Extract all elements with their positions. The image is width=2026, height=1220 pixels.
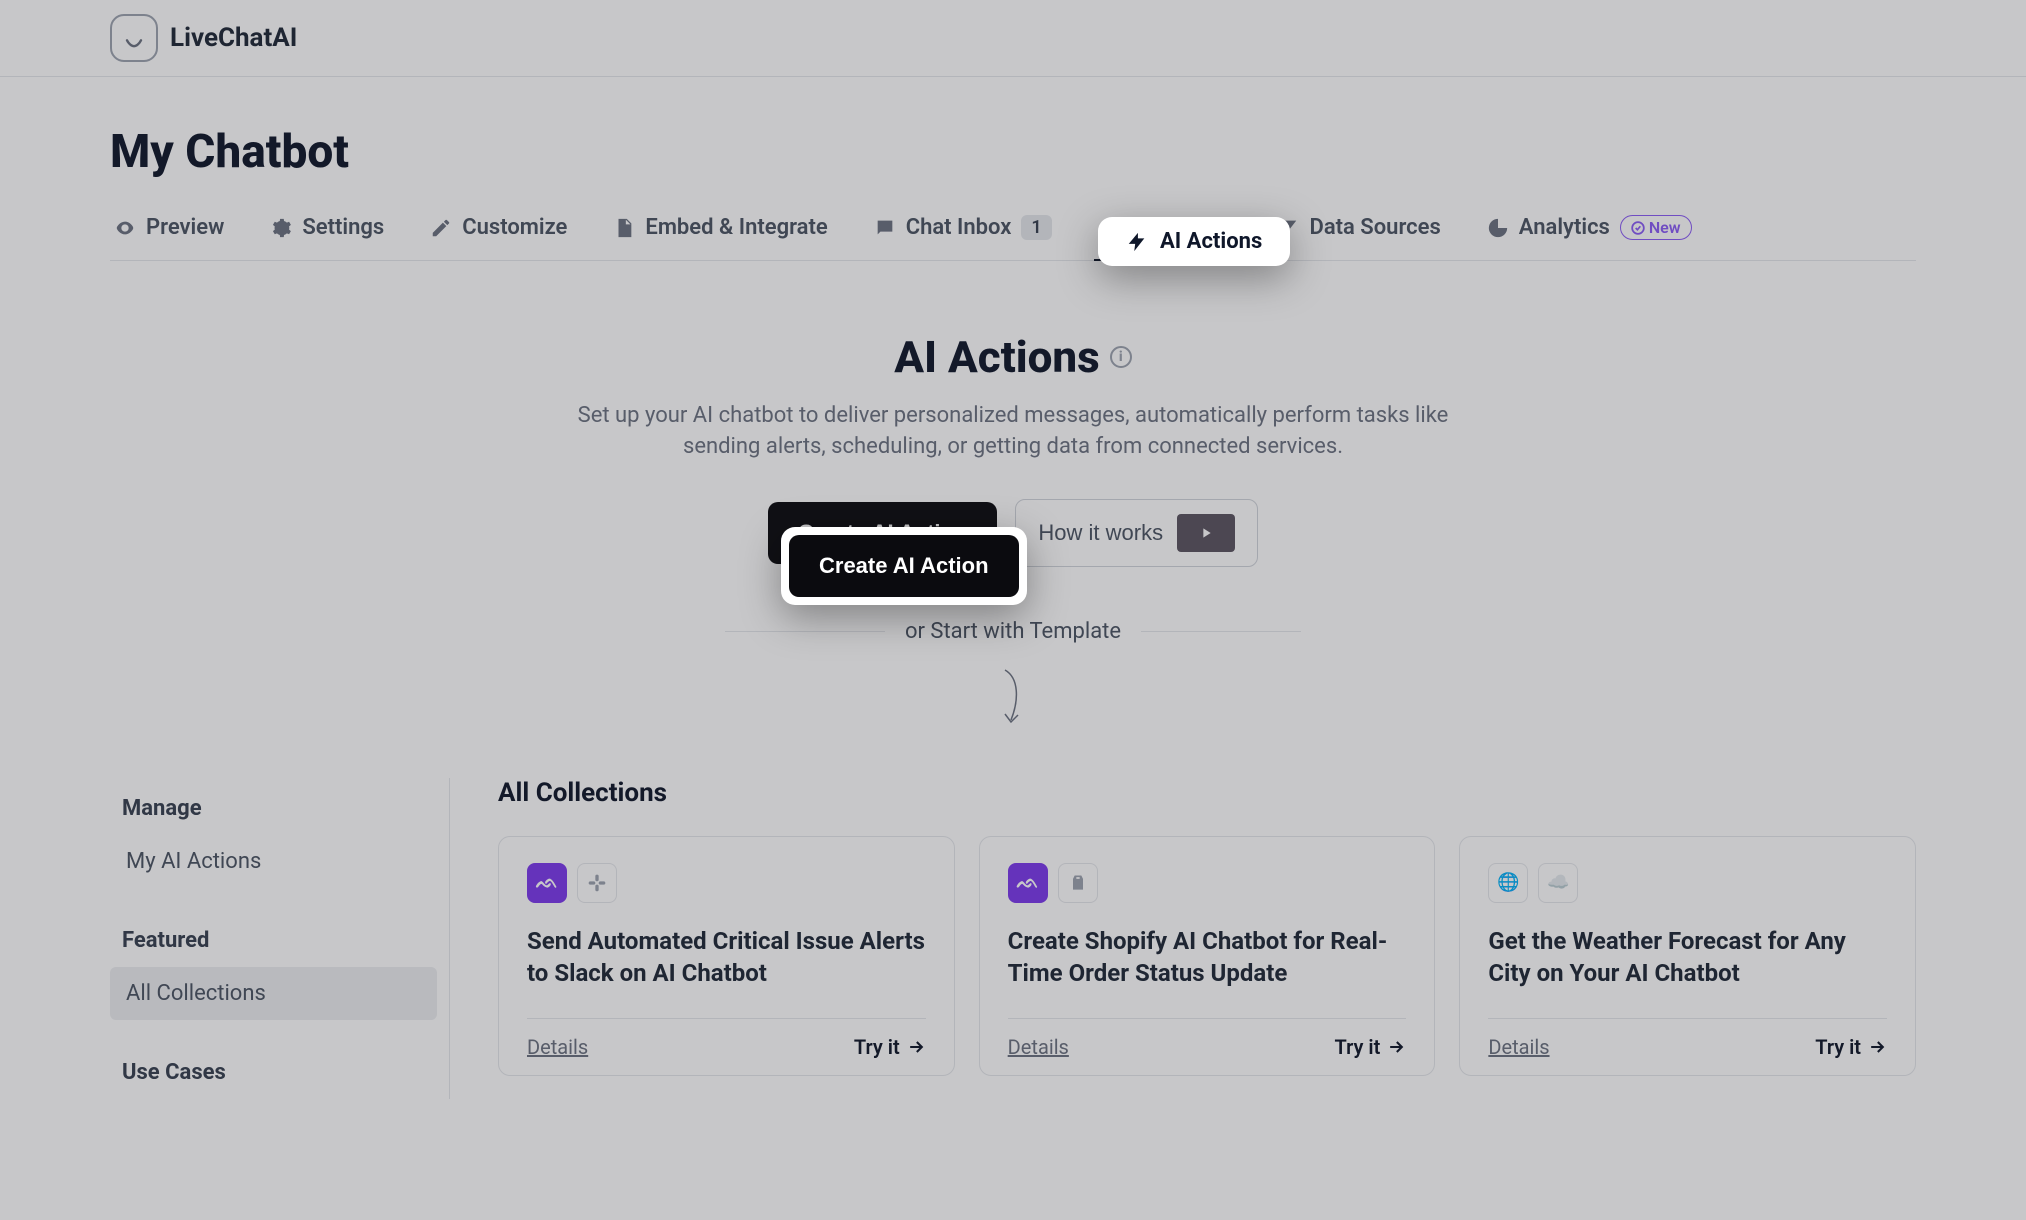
- curved-arrow-icon: [110, 668, 1916, 738]
- all-collections-title: All Collections: [498, 778, 1916, 808]
- tab-label: Settings: [302, 215, 384, 240]
- pencil-icon: [430, 217, 452, 239]
- brand-logo-icon: [110, 14, 158, 62]
- card-title: Send Automated Critical Issue Alerts to …: [527, 925, 926, 990]
- sidebar-item-my-ai-actions[interactable]: My AI Actions: [110, 835, 437, 888]
- tab-label: Customize: [462, 215, 567, 240]
- template-card: 🌐 ☁️ Get the Weather Forecast for Any Ci…: [1459, 836, 1916, 1076]
- tab-data-sources[interactable]: Data Sources: [1273, 207, 1444, 248]
- video-thumbnail-icon: [1177, 514, 1235, 552]
- info-icon[interactable]: i: [1110, 346, 1132, 368]
- sidebar-heading-manage: Manage: [122, 796, 437, 821]
- eye-icon: [114, 217, 136, 239]
- tab-bar: Preview Settings Customize Embed & Integ…: [110, 207, 1916, 261]
- check-circle-icon: [1631, 221, 1645, 235]
- tab-label: Preview: [146, 215, 224, 240]
- slack-icon: [577, 863, 617, 903]
- highlight-create-button: Create AI Action: [781, 527, 1027, 605]
- details-link[interactable]: Details: [527, 1035, 588, 1059]
- shopify-icon: [1058, 863, 1098, 903]
- tab-label: Analytics: [1519, 215, 1610, 240]
- sidebar-heading-use-cases: Use Cases: [122, 1060, 437, 1085]
- tab-label: Data Sources: [1309, 215, 1440, 240]
- details-link[interactable]: Details: [1008, 1035, 1069, 1059]
- template-card: ᨒ Send Automated Critical Issue Alerts t…: [498, 836, 955, 1076]
- try-it-button[interactable]: Try it: [1335, 1035, 1407, 1059]
- arrow-right-icon: [1386, 1037, 1406, 1057]
- bolt-icon: [1126, 231, 1148, 253]
- page-title: My Chatbot: [110, 125, 1916, 179]
- metorik-icon: ᨒ: [527, 863, 567, 903]
- tab-analytics[interactable]: Analytics New: [1483, 207, 1696, 248]
- brand-name: LiveChatAI: [170, 23, 297, 53]
- template-card: ᨒ Create Shopify AI Chatbot for Real-Tim…: [979, 836, 1436, 1076]
- document-icon: [613, 217, 635, 239]
- how-it-works-button[interactable]: How it works: [1015, 499, 1258, 567]
- sidebar-heading-featured: Featured: [122, 928, 437, 953]
- try-it-button[interactable]: Try it: [1815, 1035, 1887, 1059]
- tab-settings[interactable]: Settings: [266, 207, 388, 248]
- inbox-count-badge: 1: [1021, 215, 1051, 240]
- arrow-right-icon: [1867, 1037, 1887, 1057]
- tab-label: Embed & Integrate: [645, 215, 827, 240]
- highlight-ai-actions-tab[interactable]: AI Actions: [1098, 217, 1290, 266]
- how-it-works-label: How it works: [1038, 520, 1163, 546]
- gear-icon: [270, 217, 292, 239]
- new-badge: New: [1620, 215, 1692, 240]
- sidebar-item-all-collections[interactable]: All Collections: [110, 967, 437, 1020]
- metorik-icon: ᨒ: [1008, 863, 1048, 903]
- arrow-right-icon: [906, 1037, 926, 1057]
- globe-icon: 🌐: [1488, 863, 1528, 903]
- tab-embed[interactable]: Embed & Integrate: [609, 207, 831, 248]
- play-icon: [1198, 525, 1214, 541]
- hero-title: AI Actions i: [894, 331, 1131, 383]
- collections-sidebar: Manage My AI Actions Featured All Collec…: [110, 778, 450, 1099]
- tab-preview[interactable]: Preview: [110, 207, 228, 248]
- tab-label: Chat Inbox: [906, 215, 1012, 240]
- card-title: Create Shopify AI Chatbot for Real-Time …: [1008, 925, 1407, 990]
- chat-icon: [874, 217, 896, 239]
- create-ai-action-button-highlight[interactable]: Create AI Action: [789, 535, 1019, 597]
- details-link[interactable]: Details: [1488, 1035, 1549, 1059]
- hero-description: Set up your AI chatbot to deliver person…: [573, 401, 1453, 463]
- pie-chart-icon: [1487, 217, 1509, 239]
- tab-chat-inbox[interactable]: Chat Inbox 1: [870, 207, 1056, 248]
- cloud-icon: ☁️: [1538, 863, 1578, 903]
- template-divider: or Start with Template: [110, 619, 1916, 644]
- try-it-button[interactable]: Try it: [854, 1035, 926, 1059]
- card-title: Get the Weather Forecast for Any City on…: [1488, 925, 1887, 990]
- tab-customize[interactable]: Customize: [426, 207, 571, 248]
